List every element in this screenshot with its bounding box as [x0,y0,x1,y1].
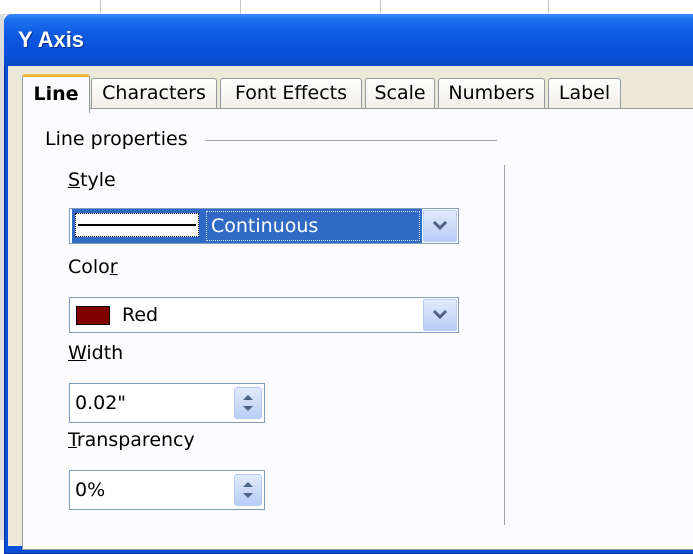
color-dropdown-button[interactable] [423,299,457,331]
tab-label[interactable]: Label [548,78,621,109]
color-swatch [76,306,110,325]
spreadsheet-background [0,0,693,15]
transparency-value: 0% [75,479,106,501]
line-properties-heading: Line properties [45,128,188,150]
tab-numbers[interactable]: Numbers [438,78,545,109]
tab-scale[interactable]: Scale [365,78,435,109]
title-bar[interactable]: Y Axis [4,14,693,66]
width-spin-buttons[interactable] [234,387,262,419]
color-select[interactable]: Red [69,297,459,333]
up-down-arrows-icon [243,395,253,411]
style-selected-item: Continuous [72,209,422,243]
style-dropdown-button[interactable] [423,210,457,242]
transparency-spinner[interactable]: 0% [69,470,265,510]
transparency-label: Transparency [68,429,195,451]
color-label: Color [68,256,118,278]
width-spinner[interactable]: 0.02" [69,383,265,423]
line-tab-panel: Line properties Style Continuous Color R… [22,108,693,550]
chevron-down-icon [432,220,448,231]
chevron-down-icon [432,309,448,320]
vertical-divider [504,165,505,525]
line-style-preview [75,213,199,237]
tab-font-effects[interactable]: Font Effects [220,78,362,109]
style-select[interactable]: Continuous [69,208,459,244]
transparency-spin-buttons[interactable] [234,474,262,506]
dialog-title: Y Axis [18,27,85,52]
up-down-arrows-icon [243,482,253,498]
width-label: Width [68,342,124,364]
color-value: Red [122,304,159,326]
style-label: Style [68,169,116,191]
width-value: 0.02" [75,392,127,414]
y-axis-dialog: Y Axis Line Characters Font Effects Scal… [4,14,693,554]
dialog-client-area: Line Characters Font Effects Scale Numbe… [8,66,693,550]
group-divider [205,140,497,141]
tab-line[interactable]: Line [22,74,90,113]
tab-characters[interactable]: Characters [91,78,217,109]
